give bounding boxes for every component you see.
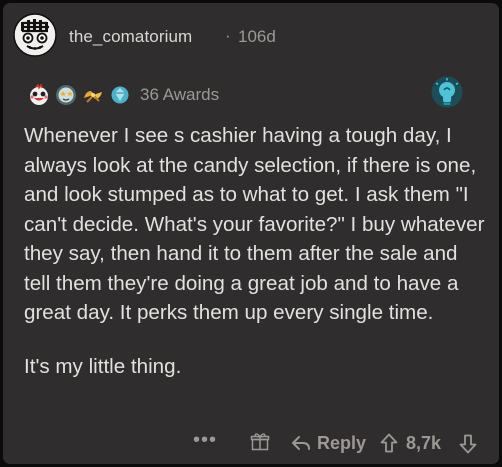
comment-body: Whenever I see s cashier having a tough … [24, 121, 486, 381]
reply-label: Reply [317, 432, 367, 453]
comment-paragraph: Whenever I see s cashier having a tough … [24, 124, 485, 324]
more-options-button[interactable]: ••• [193, 429, 217, 452]
comment-card: the_comatorium · 106d 36 Awards Whenever… [3, 3, 499, 464]
vote-score: 8,7k [406, 433, 442, 453]
hands-award-icon [84, 91, 102, 103]
comment-age: 106d [238, 27, 276, 46]
wholesome-award-icon [30, 83, 48, 105]
lightbulb-icon [431, 76, 463, 108]
reply-arrow-icon [292, 436, 310, 450]
avatar-icon[interactable] [13, 13, 57, 57]
gift-icon[interactable] [250, 432, 270, 452]
downvote-arrow-icon[interactable] [459, 434, 477, 454]
awards-count: 36 Awards [140, 85, 220, 104]
diamond-award-icon [111, 86, 129, 104]
meta-separator: · [225, 26, 231, 45]
comment-paragraph: It's my little thing. [24, 354, 182, 378]
awards-row[interactable]: 36 Awards [27, 81, 219, 109]
star-eyes-award-icon [56, 85, 76, 105]
upvote-arrow-icon[interactable] [380, 433, 398, 453]
reply-button[interactable]: Reply [291, 431, 366, 455]
comment-actions: ••• Reply 8,7k [193, 429, 493, 457]
username-link[interactable]: the_comatorium [69, 27, 192, 47]
